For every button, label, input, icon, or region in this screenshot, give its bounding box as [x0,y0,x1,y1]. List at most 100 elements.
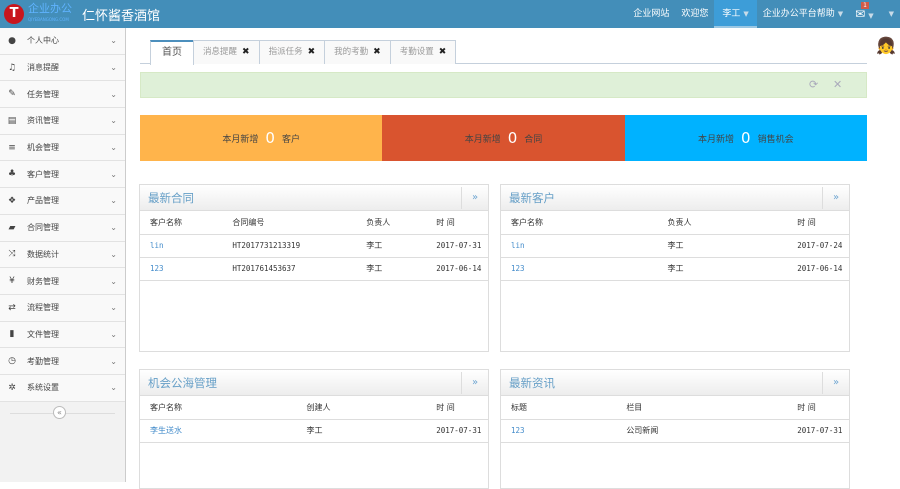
column-header: 客户名称 [140,211,223,235]
alert-bar: ⟳ ✕ [140,72,867,98]
close-tab-icon[interactable]: ✖ [373,47,381,57]
table-cell: HT2017731213319 [222,234,357,258]
row-link[interactable]: 李生送水 [140,419,297,443]
sidebar-item[interactable]: ⇄ 流程管理 ⌄ [0,294,125,322]
support-avatar-icon[interactable]: 👧 [875,36,897,62]
latest-news-panel: 最新资讯 » 标题 栏目时 间 123 公司新闻 2017-07-31 [500,369,850,489]
stat-prefix: 本月新增 [698,134,735,145]
sidebar-item[interactable]: ◷ 考勤管理 ⌄ [0,348,125,375]
tab[interactable]: 消息提醒 ✖ [193,40,260,64]
sidebar-item-label: 消息提醒 [27,63,59,73]
table-row: 123 公司新闻 2017-07-31 [501,419,849,443]
more-menu[interactable]: ▼ [880,0,900,28]
sidebar-item[interactable]: ❖ 产品管理 ⌄ [0,188,125,215]
sidebar-item[interactable]: ≡ 机会管理 ⌄ [0,134,125,162]
stat-box: 本月新增 0 客户 [140,115,383,161]
table-row: 123 HT201761453637 李工 2017-06-14 [140,257,488,281]
file-text-icon: ▤ [7,115,17,126]
table-cell: 2017-07-31 [787,419,849,443]
table-row: lin 李工 2017-07-24 [501,234,849,258]
sidebar-item[interactable]: ● 个人中心 ⌄ [0,28,125,55]
sidebar-item-label: 产品管理 [27,196,59,206]
sidebar-item-label: 系统设置 [27,383,59,393]
sidebar-item[interactable]: ⤨ 数据统计 ⌄ [0,241,125,269]
column-header: 时 间 [426,396,488,420]
welcome-text: 欢迎您 [681,9,709,19]
caret-down-icon: ▼ [868,12,874,20]
close-icon[interactable]: ✕ [833,78,842,91]
more-button[interactable]: » [461,372,488,394]
stat-suffix: 合同 [524,134,543,145]
table-cell: 李工 [657,234,788,258]
table-cell: 李工 [296,419,427,443]
sidebar-item-label: 客户管理 [27,169,59,179]
mail-menu[interactable]: ✉ 1 ▼ [849,0,879,28]
column-header: 时 间 [787,211,849,235]
chevron-down-icon: ⌄ [110,196,117,206]
sidebar-collapse: « [0,402,125,424]
stat-value: 0 [741,129,751,147]
sidebar-item-label: 资讯管理 [27,116,59,126]
row-link[interactable]: lin [140,234,223,258]
stat-prefix: 本月新增 [464,134,501,145]
file-icon: ▮ [9,329,15,340]
close-tab-icon[interactable]: ✖ [439,47,447,57]
tab[interactable]: 我的考勤 ✖ [324,40,391,64]
row-link[interactable]: 123 [140,257,223,281]
refresh-icon[interactable]: ⟳ [809,78,818,91]
sidebar-item-label: 文件管理 [27,329,59,339]
help-menu[interactable]: 企业办公平台帮助 ▼ [757,0,849,28]
panel-table: 客户名称 负责人时 间 lin 李工 2017-07-24 123 李工 2017-06-14 [501,211,849,281]
row-link[interactable]: 123 [501,257,658,281]
company-site-link[interactable]: 企业网站 [627,0,675,28]
sidebar-item[interactable]: ♣ 客户管理 ⌄ [0,161,125,189]
envelope-icon: ✉ [855,7,866,21]
row-link[interactable]: 123 [501,419,617,443]
more-button[interactable]: » [822,187,849,209]
stat-box: 本月新增 0 合同 [382,115,625,161]
tab[interactable]: 指派任务 ✖ [258,40,326,64]
user-menu[interactable]: 李工 ▼ [714,0,757,28]
more-button[interactable]: » [461,187,488,209]
sidebar-item[interactable]: ¥ 财务管理 ⌄ [0,268,125,295]
sidebar-item[interactable]: ✎ 任务管理 ⌄ [0,81,125,109]
close-tab-icon[interactable]: ✖ [308,47,316,57]
cog-icon: ✲ [8,382,16,393]
table-header-row: 标题 栏目时 间 [501,396,849,420]
chevron-down-icon: ⌄ [110,36,117,46]
chevron-down-icon: ⌄ [110,249,117,259]
row-link[interactable]: lin [501,234,658,258]
column-header: 合同编号 [222,211,357,235]
more-button[interactable]: » [822,372,849,394]
panel-header: 最新合同 » [140,185,488,211]
chevron-down-icon: ⌄ [110,169,117,179]
chevron-down-icon: ⌄ [110,356,117,366]
table-cell: 李工 [657,257,788,281]
tab[interactable]: 首页 [150,40,194,65]
stat-box: 本月新增 0 销售机会 [624,115,867,161]
chevron-down-icon: ⌄ [110,329,117,339]
table-cell: 2017-07-31 [426,234,488,258]
latest-customers-panel: 最新客户» 客户名称 负责人时 间 lin 李工 2017-07-24 123 李工 2017-… [500,184,850,352]
tab[interactable]: 考勤设置 ✖ [389,40,457,64]
sidebar-item[interactable]: ♫ 消息提醒 ⌄ [0,54,125,82]
close-tab-icon[interactable]: ✖ [242,47,250,57]
table-row: 李生送水 李工 2017-07-31 [140,419,488,443]
stats-row: 本月新增 0 客户 本月新增 0 合同 本月新增 0 销售机会 [140,115,867,161]
column-header: 时 间 [426,211,488,235]
chevron-down-icon: ⌄ [110,223,117,233]
panel-title: 最新资讯 [509,376,555,390]
sidebar-item[interactable]: ▰ 合同管理 ⌄ [0,214,125,242]
panel-table: 客户名称 合同编号 负责人时 间 lin HT2017731213319 李工 2017-0… [140,211,488,281]
tab-bar: 首页 消息提醒 ✖ 指派任务 ✖ 我的考勤 ✖ 考勤设置 ✖ [140,40,867,65]
edit-icon: ✎ [8,89,16,100]
column-header: 标题 [501,396,617,420]
sidebar-item[interactable]: ✲ 系统设置 ⌄ [0,374,125,402]
tab-label: 考勤设置 [399,47,434,57]
sidebar-item-label: 流程管理 [27,303,59,313]
table-header-row: 客户名称 创建人时 间 [140,396,488,420]
table-row: 123 李工 2017-06-14 [501,257,849,281]
collapse-button[interactable]: « [53,405,66,419]
sidebar-item[interactable]: ▮ 文件管理 ⌄ [0,321,125,349]
sidebar-item[interactable]: ▤ 资讯管理 ⌄ [0,108,125,135]
